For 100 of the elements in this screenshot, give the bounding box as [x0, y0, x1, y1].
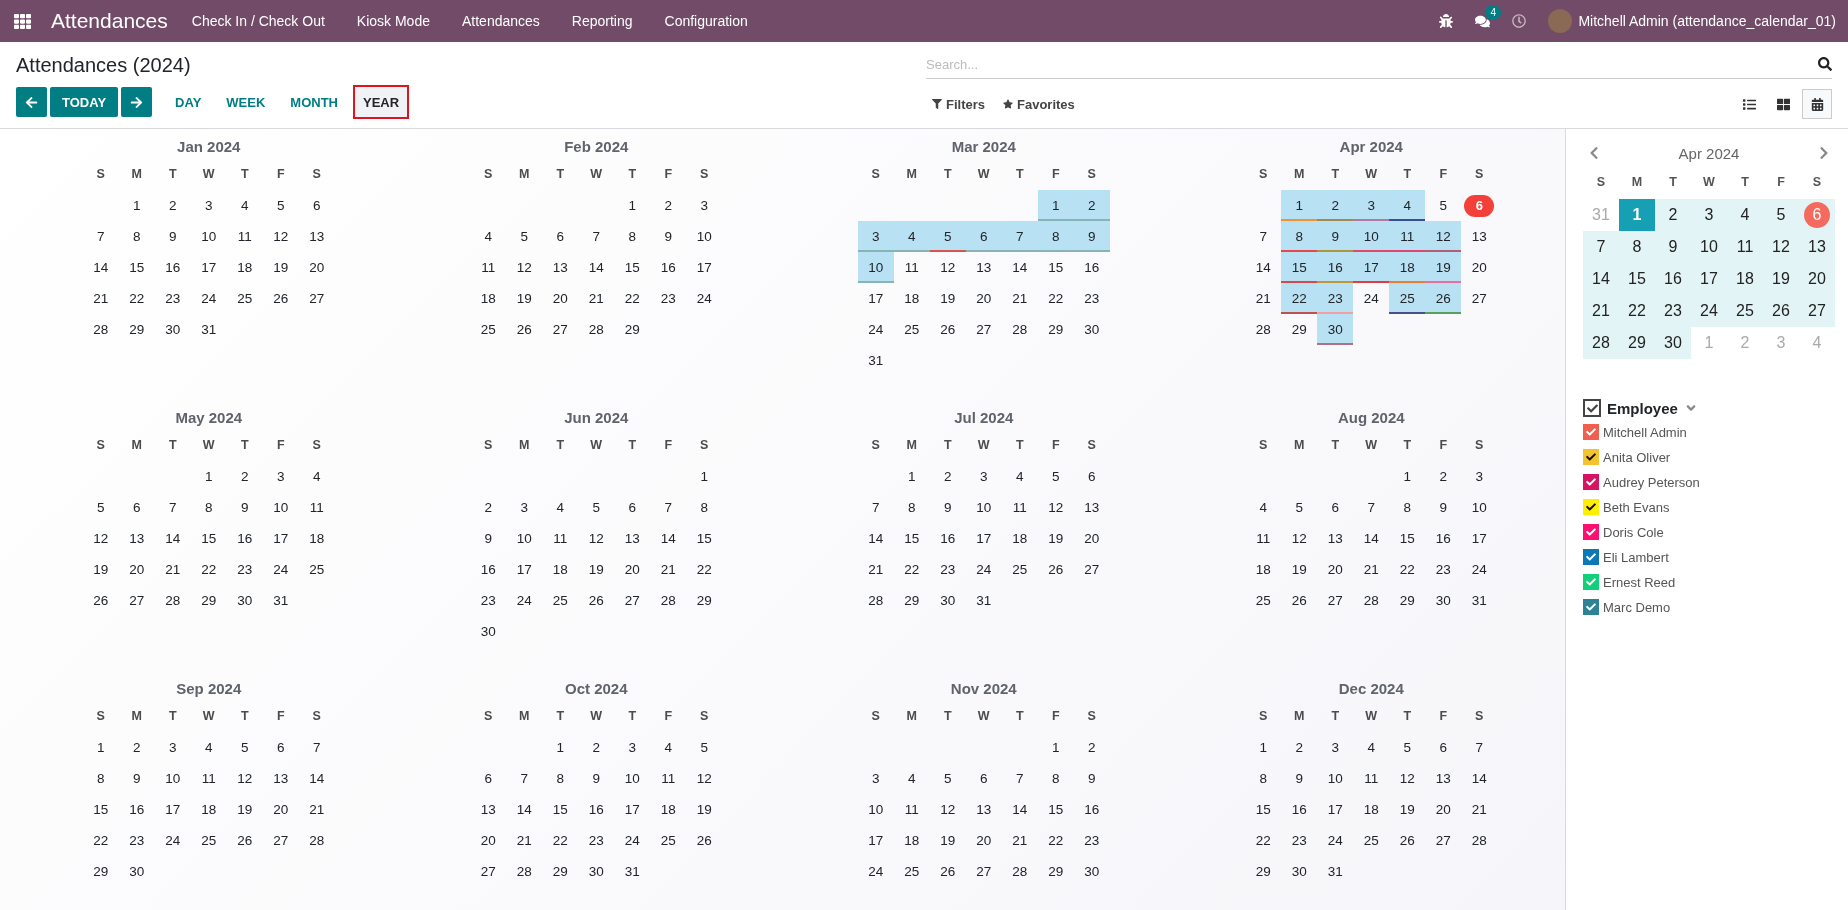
day-number[interactable]: 12	[93, 531, 109, 546]
day-number[interactable]: 2	[1439, 469, 1447, 484]
day-number[interactable]: 4	[1016, 469, 1024, 484]
mini-calendar-day[interactable]: 19	[1763, 263, 1799, 295]
day-number[interactable]: 21	[516, 833, 532, 848]
menu-item[interactable]: Kiosk Mode	[356, 13, 430, 29]
day-number[interactable]: 27	[976, 864, 992, 879]
day-number[interactable]: 25	[480, 322, 496, 337]
day-number[interactable]: 31	[868, 353, 884, 368]
day-number[interactable]: 6	[628, 500, 636, 515]
day-number[interactable]: 2	[944, 469, 952, 484]
mini-calendar-day[interactable]: 13	[1799, 231, 1835, 263]
day-number[interactable]: 20	[1471, 260, 1487, 275]
day-number[interactable]: 6	[1331, 500, 1339, 515]
day-number[interactable]: 29	[696, 593, 712, 608]
day-number[interactable]: 27	[1471, 291, 1487, 306]
day-number[interactable]: 24	[976, 562, 992, 577]
day-number[interactable]: 13	[273, 771, 289, 786]
day-number[interactable]: 30	[1084, 322, 1100, 337]
day-number[interactable]: 27	[552, 322, 568, 337]
day-number[interactable]: 18	[1255, 562, 1271, 577]
day-number[interactable]: 26	[1399, 833, 1415, 848]
day-number[interactable]: 16	[129, 802, 145, 817]
day-number[interactable]: 1	[133, 198, 141, 213]
day-number[interactable]: 26	[1291, 593, 1307, 608]
employee-name[interactable]: Eli Lambert	[1603, 549, 1669, 565]
day-number[interactable]: 25	[237, 291, 253, 306]
day-number[interactable]: 6	[1088, 469, 1096, 484]
day-number[interactable]: 28	[660, 593, 676, 608]
day-number[interactable]: 7	[1016, 771, 1024, 786]
day-number[interactable]: 16	[1435, 531, 1451, 546]
day-number[interactable]: 5	[592, 500, 600, 515]
menu-item[interactable]: Check In / Check Out	[191, 13, 325, 29]
day-number[interactable]: 10	[273, 500, 289, 515]
day-number[interactable]: 30	[129, 864, 145, 879]
day-number[interactable]: 8	[556, 771, 564, 786]
day-number[interactable]: 8	[700, 500, 708, 515]
day-number[interactable]: 8	[628, 229, 636, 244]
day-number[interactable]: 1	[205, 469, 213, 484]
employee-name[interactable]: Mitchell Admin	[1603, 424, 1687, 440]
event-day[interactable]: 11	[1389, 221, 1426, 252]
day-number[interactable]: 22	[201, 562, 217, 577]
day-number[interactable]: 8	[1259, 771, 1267, 786]
day-number[interactable]: 24	[1327, 833, 1343, 848]
day-number[interactable]: 2	[592, 740, 600, 755]
day-number[interactable]: 5	[241, 740, 249, 755]
day-number[interactable]: 22	[696, 562, 712, 577]
day-number[interactable]: 15	[1399, 531, 1415, 546]
day-number[interactable]: 18	[309, 531, 325, 546]
mini-calendar-day[interactable]: 17	[1691, 263, 1727, 295]
mini-calendar-day[interactable]: 2	[1655, 199, 1691, 231]
day-number[interactable]: 5	[1295, 500, 1303, 515]
day-number[interactable]: 25	[1363, 833, 1379, 848]
day-number[interactable]: 20	[129, 562, 145, 577]
day-number[interactable]: 25	[552, 593, 568, 608]
day-number[interactable]: 18	[201, 802, 217, 817]
day-number[interactable]: 26	[1048, 562, 1064, 577]
day-number[interactable]: 10	[868, 802, 884, 817]
day-number[interactable]: 27	[309, 291, 325, 306]
day-number[interactable]: 14	[1255, 260, 1271, 275]
day-number[interactable]: 6	[980, 771, 988, 786]
day-number[interactable]: 16	[480, 562, 496, 577]
day-number[interactable]: 16	[1084, 260, 1100, 275]
day-number[interactable]: 23	[1435, 562, 1451, 577]
day-number[interactable]: 1	[1259, 740, 1267, 755]
day-number[interactable]: 18	[552, 562, 568, 577]
day-number[interactable]: 23	[165, 291, 181, 306]
day-number[interactable]: 12	[940, 802, 956, 817]
day-number[interactable]: 16	[660, 260, 676, 275]
day-number[interactable]: 25	[201, 833, 217, 848]
day-number[interactable]: 6	[277, 740, 285, 755]
today-button[interactable]: TODAY	[50, 87, 119, 117]
day-number[interactable]: 22	[904, 562, 920, 577]
day-number[interactable]: 12	[516, 260, 532, 275]
color-checkbox[interactable]	[1583, 549, 1599, 565]
next-button[interactable]	[121, 87, 153, 117]
day-number[interactable]: 15	[129, 260, 145, 275]
day-number[interactable]: 24	[273, 562, 289, 577]
day-number[interactable]: 1	[1052, 740, 1060, 755]
day-number[interactable]: 14	[516, 802, 532, 817]
day-number[interactable]: 29	[93, 864, 109, 879]
day-number[interactable]: 26	[273, 291, 289, 306]
day-number[interactable]: 29	[624, 322, 640, 337]
day-number[interactable]: 7	[592, 229, 600, 244]
event-day[interactable]: 9	[1317, 221, 1354, 252]
day-number[interactable]: 21	[309, 802, 325, 817]
clock-icon[interactable]	[1512, 14, 1527, 28]
day-number[interactable]: 13	[1435, 771, 1451, 786]
mini-calendar-day[interactable]: 27	[1799, 295, 1835, 327]
day-number[interactable]: 30	[1084, 864, 1100, 879]
mini-calendar-day[interactable]: 24	[1691, 295, 1727, 327]
day-number[interactable]: 24	[868, 322, 884, 337]
day-number[interactable]: 7	[169, 500, 177, 515]
day-number[interactable]: 20	[1327, 562, 1343, 577]
day-number[interactable]: 19	[273, 260, 289, 275]
day-number[interactable]: 1	[1403, 469, 1411, 484]
day-number[interactable]: 19	[516, 291, 532, 306]
day-number[interactable]: 29	[552, 864, 568, 879]
day-number[interactable]: 16	[1291, 802, 1307, 817]
day-number[interactable]: 2	[133, 740, 141, 755]
